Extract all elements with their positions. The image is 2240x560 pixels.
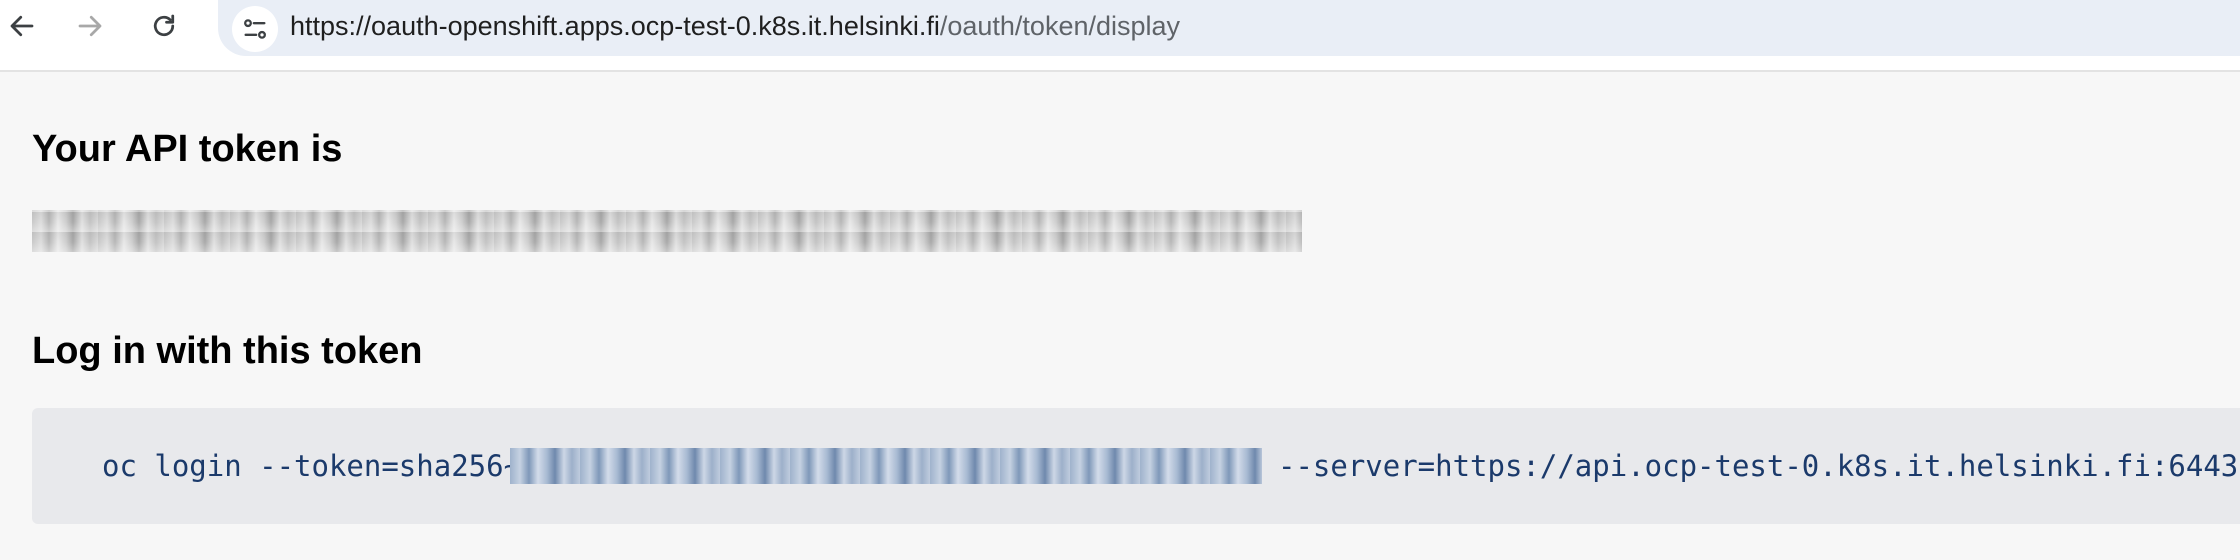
login-heading: Log in with this token bbox=[32, 330, 423, 372]
reload-icon bbox=[153, 14, 175, 37]
back-button[interactable] bbox=[0, 4, 44, 48]
redacted-token bbox=[32, 210, 1302, 252]
forward-button[interactable] bbox=[68, 4, 112, 48]
command-prefix: oc login --token=sha256~ bbox=[102, 449, 522, 483]
login-command-block: oc login --token=sha256~ --server=https:… bbox=[32, 408, 2240, 524]
redacted-command-token bbox=[510, 448, 1262, 484]
address-bar[interactable]: https://oauth-openshift.apps.ocp-test-0.… bbox=[218, 0, 2240, 56]
reload-button[interactable] bbox=[142, 4, 186, 48]
browser-toolbar: https://oauth-openshift.apps.ocp-test-0.… bbox=[0, 0, 2240, 72]
url-text[interactable]: https://oauth-openshift.apps.ocp-test-0.… bbox=[290, 10, 1180, 42]
url-path: /oauth/token/display bbox=[939, 11, 1181, 41]
arrow-left-icon bbox=[10, 15, 34, 37]
arrow-right-icon bbox=[78, 15, 102, 37]
url-host: https://oauth-openshift.apps.ocp-test-0.… bbox=[290, 11, 940, 41]
site-info-button[interactable] bbox=[232, 6, 278, 52]
site-settings-icon bbox=[244, 19, 266, 39]
token-heading: Your API token is bbox=[32, 128, 343, 170]
command-suffix: --server=https://api.ocp-test-0.k8s.it.h… bbox=[1278, 449, 2239, 483]
